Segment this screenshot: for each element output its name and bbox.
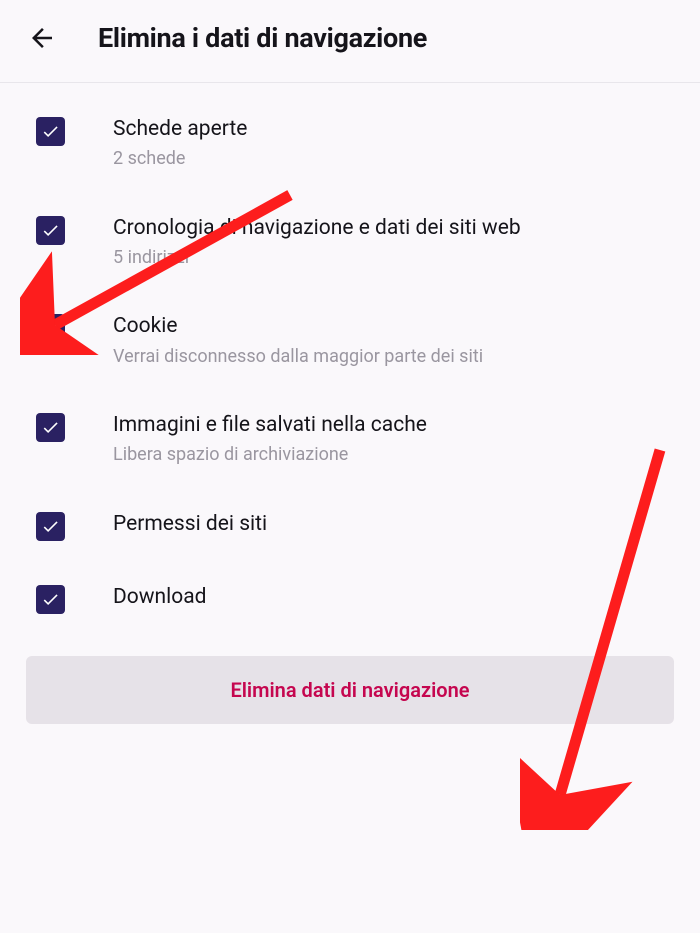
page-title: Elimina i dati di navigazione (98, 22, 427, 54)
item-texts: Permessi dei siti (113, 510, 674, 538)
item-texts: Download (113, 583, 674, 611)
check-icon (41, 221, 60, 240)
item-title: Schede aperte (113, 115, 674, 143)
item-title: Immagini e file salvati nella cache (113, 411, 674, 439)
item-title: Cookie (113, 312, 674, 340)
item-title: Permessi dei siti (113, 510, 674, 538)
item-subtitle: Libera spazio di archiviazione (113, 443, 674, 467)
settings-list: Schede aperte 2 schede Cronologia di nav… (0, 83, 700, 724)
list-item[interactable]: Immagini e file salvati nella cache Libe… (0, 397, 700, 496)
list-item[interactable]: Cronologia di navigazione e dati dei sit… (0, 200, 700, 299)
list-item[interactable]: Download (0, 569, 700, 642)
item-subtitle: 5 indirizzi (113, 246, 674, 270)
list-item[interactable]: Schede aperte 2 schede (0, 101, 700, 200)
delete-button[interactable]: Elimina dati di navigazione (26, 656, 674, 724)
check-icon (41, 418, 60, 437)
item-texts: Immagini e file salvati nella cache Libe… (113, 411, 674, 468)
check-icon (41, 319, 60, 338)
item-texts: Schede aperte 2 schede (113, 115, 674, 172)
checkbox-permissions[interactable] (36, 512, 65, 541)
item-subtitle: Verrai disconnesso dalla maggior parte d… (113, 345, 674, 369)
checkbox-cookies[interactable] (36, 314, 65, 343)
checkbox-open-tabs[interactable] (36, 117, 65, 146)
item-texts: Cronologia di navigazione e dati dei sit… (113, 214, 674, 271)
check-icon (41, 122, 60, 141)
item-title: Cronologia di navigazione e dati dei sit… (113, 214, 674, 242)
checkbox-cache[interactable] (36, 413, 65, 442)
delete-button-label: Elimina dati di navigazione (230, 678, 469, 702)
list-item[interactable]: Cookie Verrai disconnesso dalla maggior … (0, 298, 700, 397)
back-button[interactable] (24, 20, 60, 56)
item-subtitle: 2 schede (113, 147, 674, 171)
checkbox-downloads[interactable] (36, 585, 65, 614)
list-item[interactable]: Permessi dei siti (0, 496, 700, 569)
header: Elimina i dati di navigazione (0, 0, 700, 83)
check-icon (41, 517, 60, 536)
item-title: Download (113, 583, 674, 611)
checkbox-history[interactable] (36, 216, 65, 245)
item-texts: Cookie Verrai disconnesso dalla maggior … (113, 312, 674, 369)
arrow-left-icon (27, 23, 57, 53)
check-icon (41, 590, 60, 609)
